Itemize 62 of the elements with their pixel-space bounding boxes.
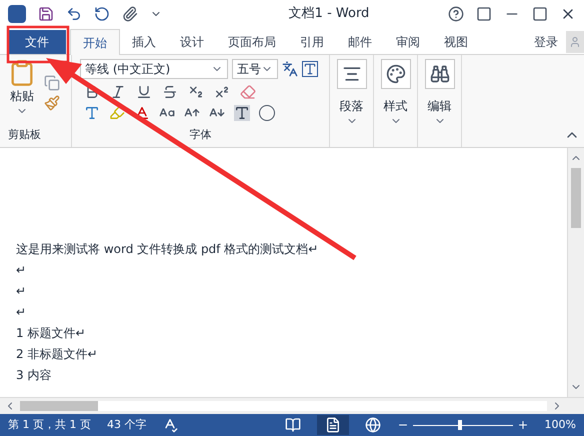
italic-icon[interactable] bbox=[110, 84, 126, 100]
ribbon-tab[interactable]: 文件 bbox=[8, 30, 66, 54]
superscript-icon[interactable] bbox=[214, 84, 230, 100]
palette-icon bbox=[386, 64, 406, 84]
web-layout-icon[interactable] bbox=[364, 417, 381, 433]
ribbon-tab[interactable]: 引用 bbox=[288, 30, 336, 54]
maximize-icon[interactable] bbox=[532, 6, 548, 22]
undo-icon[interactable] bbox=[66, 6, 82, 22]
subscript-icon[interactable] bbox=[188, 84, 204, 100]
character-shading-icon[interactable] bbox=[234, 105, 250, 121]
phonetic-guide-icon[interactable] bbox=[282, 61, 298, 77]
scroll-thumb[interactable] bbox=[571, 168, 581, 228]
format-painter-icon[interactable] bbox=[44, 95, 60, 111]
ribbon-tab[interactable]: 审阅 bbox=[384, 30, 432, 54]
print-layout-icon[interactable] bbox=[316, 415, 349, 435]
highlight-frame bbox=[6, 26, 70, 64]
document-line: ↵ bbox=[16, 304, 28, 321]
document-line: ↵ bbox=[16, 262, 28, 279]
sign-in-link[interactable]: 登录 bbox=[526, 30, 566, 54]
document-line: 1 标题文件↵ bbox=[16, 325, 87, 342]
ribbon-big-button[interactable]: 段落 bbox=[336, 59, 366, 127]
eraser-icon[interactable] bbox=[240, 84, 256, 100]
ribbon-display-icon[interactable] bbox=[476, 6, 492, 22]
save-icon[interactable] bbox=[38, 6, 54, 22]
ribbon-tab[interactable]: 开始 bbox=[70, 29, 120, 55]
ribbon-tab[interactable]: 插入 bbox=[120, 30, 168, 54]
ribbon-tab[interactable]: 设计 bbox=[168, 30, 216, 54]
vertical-scrollbar[interactable] bbox=[567, 148, 584, 397]
help-icon[interactable] bbox=[448, 6, 464, 22]
word-count[interactable]: 43 个字 bbox=[106, 416, 146, 434]
word-logo-icon bbox=[8, 5, 26, 23]
zoom-percentage[interactable]: 100% bbox=[544, 416, 576, 434]
text-effects-icon[interactable] bbox=[84, 105, 100, 121]
group-label: 剪贴板 bbox=[8, 126, 42, 142]
strikethrough-icon[interactable] bbox=[162, 84, 178, 100]
read-mode-icon[interactable] bbox=[284, 417, 301, 433]
redo-icon[interactable] bbox=[94, 6, 110, 22]
ribbon-big-button[interactable]: 编辑 bbox=[424, 59, 454, 127]
ribbon-big-button[interactable]: 样式 bbox=[380, 59, 410, 127]
binoculars-icon bbox=[430, 64, 450, 84]
enclose-character-icon[interactable] bbox=[259, 105, 275, 121]
ribbon-tab[interactable]: 邮件 bbox=[336, 30, 384, 54]
font-size-dropdown[interactable]: 五号 bbox=[232, 59, 278, 79]
ribbon-tab[interactable]: 视图 bbox=[432, 30, 480, 54]
window-title: 文档1 - Word bbox=[288, 5, 370, 24]
zoom-slider[interactable] bbox=[412, 420, 513, 430]
font-name-dropdown[interactable]: 等线 (中文正文) bbox=[80, 59, 228, 79]
document-line: 这是用来测试将 word 文件转换成 pdf 格式的测试文档↵ bbox=[16, 241, 320, 258]
highlighter-icon[interactable] bbox=[109, 105, 125, 121]
document-line: 3 内容 bbox=[16, 367, 52, 384]
group-label: 字体 bbox=[190, 126, 212, 142]
document-line: 2 非标题文件↵ bbox=[16, 346, 99, 363]
character-border-icon[interactable] bbox=[302, 61, 318, 77]
paste-button[interactable]: 粘贴 bbox=[8, 59, 36, 117]
zoom-in-icon[interactable] bbox=[516, 419, 529, 431]
page-count[interactable]: 第 1 页，共 1 页 bbox=[8, 416, 91, 434]
document-line: ↵ bbox=[16, 283, 28, 300]
horizontal-scrollbar[interactable] bbox=[0, 397, 584, 414]
ribbon-tab[interactable]: 页面布局 bbox=[216, 30, 288, 54]
underline-icon[interactable] bbox=[136, 84, 152, 100]
scroll-thumb[interactable] bbox=[20, 401, 98, 411]
paperclip-icon[interactable] bbox=[122, 6, 138, 22]
